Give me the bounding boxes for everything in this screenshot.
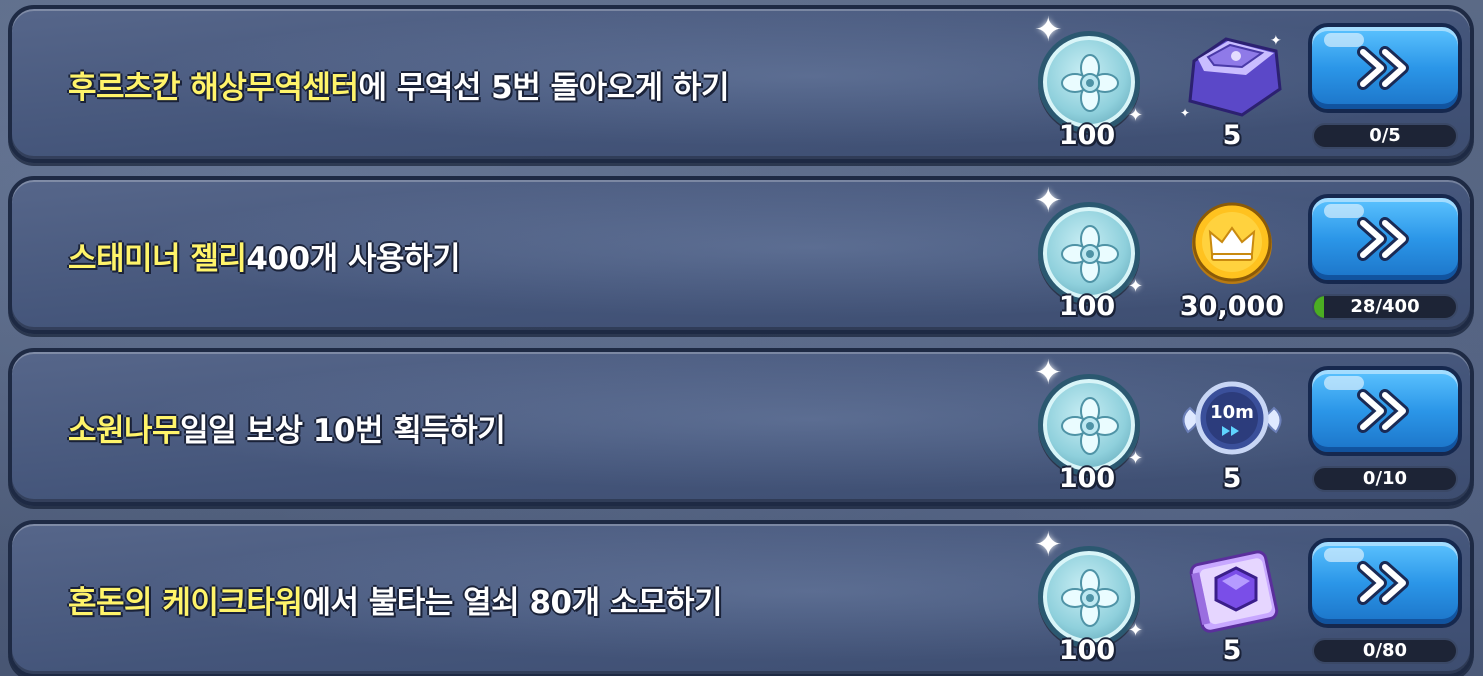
gold-crown-coin-icon (1176, 202, 1288, 298)
progress-bar: 0/10 (1312, 466, 1458, 492)
progress-text: 0/10 (1362, 468, 1408, 489)
double-chevron-right-icon (1357, 217, 1409, 261)
shell-reward: ✦ ✦ 100 (1032, 528, 1143, 666)
mission-row: 혼돈의 케이크타워 에서 불타는 열쇠 80개 소모하기 ✦ ✦ 100 5 0… (8, 520, 1474, 676)
mission-title: 혼돈의 케이크타워 에서 불타는 열쇠 80개 소모하기 (68, 524, 723, 674)
go-button[interactable] (1308, 194, 1462, 284)
double-chevron-right-icon (1357, 46, 1409, 90)
item-reward: 5 (1172, 536, 1292, 666)
go-button[interactable] (1308, 366, 1462, 456)
mission-title-text: 에서 불타는 열쇠 80개 소모하기 (302, 584, 723, 621)
shell-amount: 100 (1058, 291, 1116, 322)
mission-list: 후르츠칸 해상무역센터 에 무역선 5번 돌아오게 하기 ✦ ✦ 100 ✦ ✦… (0, 0, 1483, 676)
shell-reward: ✦ ✦ 100 (1032, 13, 1143, 151)
mission-title-highlight: 스태미너 젤리 (68, 240, 247, 277)
progress-text: 0/5 (1369, 125, 1401, 146)
10m-speedup-ticket-icon: 10m (1176, 374, 1288, 470)
item-amount: 5 (1222, 635, 1242, 666)
mission-title: 소원나무 일일 보상 10번 획득하기 (68, 352, 506, 502)
sparkle-icon: ✦ (1034, 525, 1063, 565)
item-amount: 5 (1222, 463, 1242, 494)
mission-title-highlight: 혼돈의 케이크타워 (68, 584, 303, 621)
shell-reward: ✦ ✦ 100 (1032, 356, 1143, 494)
purple-gem-card-icon (1176, 546, 1288, 642)
sparkle-icon: ✦ (1034, 10, 1063, 50)
mission-title: 스태미너 젤리 400개 사용하기 (68, 180, 461, 330)
shell-reward: ✦ ✦ 100 (1032, 184, 1143, 322)
item-reward: 10m 5 (1172, 364, 1292, 494)
double-chevron-right-icon (1357, 561, 1409, 605)
mission-title-text: 400개 사용하기 (246, 240, 461, 277)
mission-title: 후르츠칸 해상무역센터 에 무역선 5번 돌아오게 하기 (68, 9, 729, 159)
mission-title-text: 에 무역선 5번 돌아오게 하기 (358, 69, 730, 106)
sparkle-icon: ✦ (1034, 353, 1063, 393)
svg-text:✦: ✦ (1270, 33, 1282, 49)
svg-text:✦: ✦ (1180, 106, 1190, 120)
go-button[interactable] (1308, 538, 1462, 628)
mission-row: 소원나무 일일 보상 10번 획득하기 ✦ ✦ 100 10m 5 0/10 (8, 348, 1474, 506)
item-reward: 30,000 (1172, 192, 1292, 322)
mission-row: 스태미너 젤리 400개 사용하기 ✦ ✦ 100 30,000 28/400 (8, 176, 1474, 334)
item-amount: 5 (1222, 120, 1242, 151)
ticket-label: 10m (1210, 402, 1254, 423)
double-chevron-right-icon (1357, 389, 1409, 433)
progress-bar: 28/400 (1312, 294, 1458, 320)
shell-amount: 100 (1058, 120, 1116, 151)
progress-text: 0/80 (1362, 640, 1408, 661)
mission-title-highlight: 후르츠칸 해상무역센터 (68, 69, 359, 106)
progress-text: 28/400 (1350, 296, 1420, 317)
mission-row: 후르츠칸 해상무역센터 에 무역선 5번 돌아오게 하기 ✦ ✦ 100 ✦ ✦… (8, 5, 1474, 163)
go-button[interactable] (1308, 23, 1462, 113)
mission-title-highlight: 소원나무 (68, 412, 181, 449)
progress-bar: 0/5 (1312, 123, 1458, 149)
shell-amount: 100 (1058, 635, 1116, 666)
item-amount: 30,000 (1179, 291, 1285, 322)
sparkle-icon: ✦ (1034, 181, 1063, 221)
progress-bar: 0/80 (1312, 638, 1458, 664)
purple-crystal-tablet-icon: ✦ ✦ (1176, 31, 1288, 127)
shell-amount: 100 (1058, 463, 1116, 494)
mission-title-text: 일일 보상 10번 획득하기 (180, 412, 506, 449)
item-reward: ✦ ✦ 5 (1172, 21, 1292, 151)
